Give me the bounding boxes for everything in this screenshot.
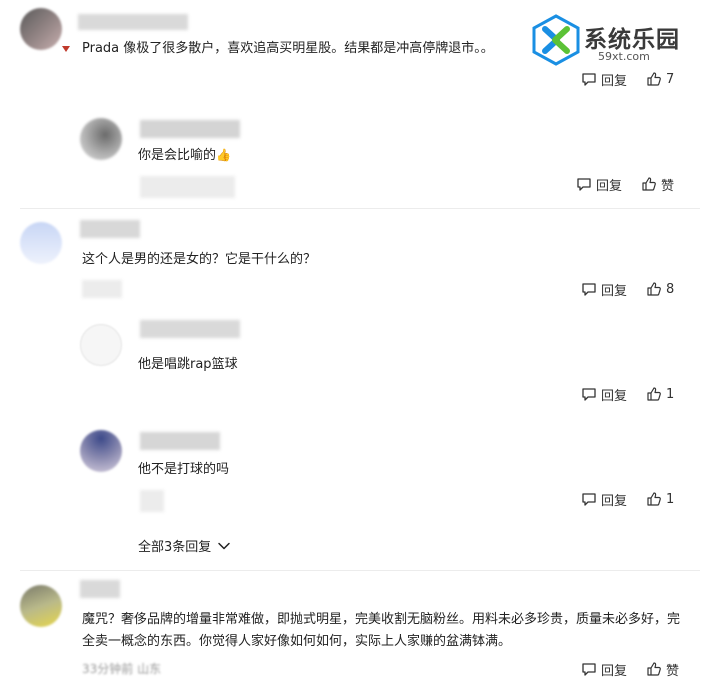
like-button[interactable]: 赞 [646, 659, 679, 679]
like-count: 8 [666, 281, 675, 297]
username-blurred [78, 14, 188, 30]
username-blurred [140, 320, 240, 338]
avatar[interactable] [80, 430, 122, 472]
author-marker-icon [62, 46, 70, 52]
site-url: 59xt.com [598, 50, 650, 63]
thumbs-up-icon [647, 72, 661, 86]
thumbs-up-icon [647, 387, 661, 401]
reply-icon [577, 178, 591, 191]
like-button[interactable]: 1 [646, 489, 674, 509]
like-count: 1 [666, 386, 675, 402]
thumbs-up-icon [647, 662, 661, 676]
reply-label: 回复 [596, 178, 623, 194]
site-name: 系统乐园 [584, 27, 680, 53]
view-all-replies-button[interactable]: 全部3条回复 [138, 536, 231, 555]
avatar[interactable] [20, 585, 62, 627]
chevron-down-icon [218, 542, 231, 549]
site-logo-icon [532, 14, 580, 66]
like-count: 7 [666, 71, 675, 87]
reply-label: 回复 [601, 73, 628, 89]
reply-button[interactable]: 回复 [581, 489, 627, 509]
thumbs-up-icon [647, 282, 661, 296]
thumbs-up-emoji: 👍 [216, 148, 231, 162]
reply-text: 你是会比喻的👍 [138, 148, 231, 163]
reply-icon [582, 73, 596, 86]
meta-blurred [140, 176, 235, 198]
username-blurred [80, 220, 140, 238]
avatar[interactable] [20, 222, 62, 264]
reply-icon [582, 388, 596, 401]
like-button[interactable]: 8 [646, 279, 674, 299]
username-blurred [140, 120, 240, 138]
divider [20, 570, 700, 571]
reply-label: 回复 [601, 663, 628, 679]
like-button[interactable]: 1 [646, 384, 674, 404]
reply-label: 回复 [601, 388, 628, 404]
avatar[interactable] [80, 324, 122, 366]
reply-button[interactable]: 回复 [581, 279, 627, 299]
comment-text: 这个人是男的还是女的？它是干什么的？ [82, 252, 317, 267]
meta-blurred [140, 490, 164, 512]
reply-button[interactable]: 回复 [581, 69, 627, 89]
reply-button[interactable]: 回复 [581, 659, 627, 679]
username-blurred [140, 432, 220, 450]
avatar[interactable] [20, 8, 62, 50]
like-button[interactable]: 赞 [641, 174, 674, 194]
thumbs-up-icon [642, 177, 656, 191]
reply-text: 他不是打球的吗 [138, 462, 230, 477]
site-watermark-logo: 系统乐园 59xt.com [530, 12, 705, 68]
comment-text: Prada 像极了很多散户，喜欢追高买明星股。结果都是冲高停牌退市。。 [82, 41, 494, 56]
reply-icon [582, 663, 596, 676]
thumbs-up-icon [647, 492, 661, 506]
meta-blurred [82, 280, 122, 298]
reply-label: 回复 [601, 283, 628, 299]
reply-label: 回复 [601, 493, 628, 509]
reply-icon [582, 493, 596, 506]
like-label: 赞 [666, 663, 680, 679]
view-all-replies-label: 全部3条回复 [138, 540, 212, 555]
like-label: 赞 [661, 178, 675, 194]
reply-button[interactable]: 回复 [581, 384, 627, 404]
like-button[interactable]: 7 [646, 69, 674, 89]
avatar[interactable] [80, 118, 122, 160]
like-count: 1 [666, 491, 675, 507]
comment-text: 魔咒？奢侈品牌的增量非常难做，即抛式明星，完美收割无脑粉丝。用料未必多珍贵，质量… [82, 612, 681, 649]
reply-icon [582, 283, 596, 296]
reply-button[interactable]: 回复 [576, 174, 622, 194]
divider [20, 208, 700, 209]
username-blurred [80, 580, 120, 598]
reply-text: 他是唱跳rap篮球 [138, 357, 238, 372]
